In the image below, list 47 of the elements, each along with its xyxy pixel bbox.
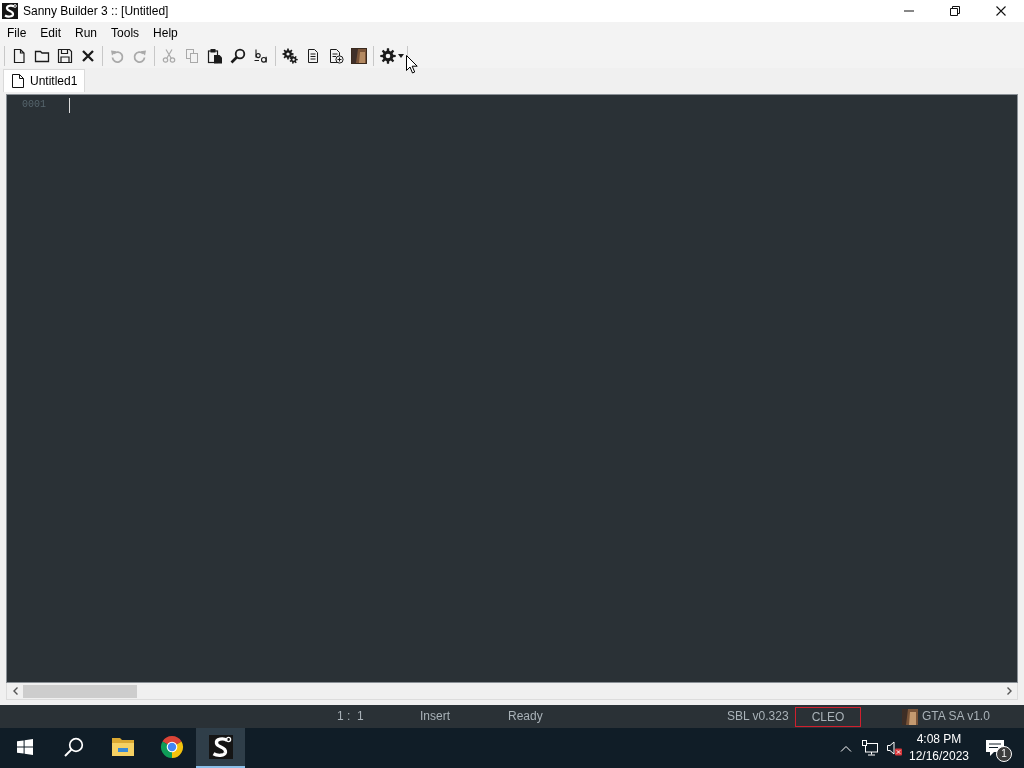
menu-item[interactable]: Tools: [104, 22, 147, 44]
scissors-icon: [160, 48, 177, 64]
monitor-icon: [862, 740, 878, 756]
folder-icon: [33, 48, 50, 64]
app-button[interactable]: [196, 728, 245, 768]
redo-icon: [131, 48, 148, 64]
cursor-position: 1 : 1: [337, 709, 364, 724]
version-label: SBL v0.323: [727, 709, 789, 724]
picture-tile-icon: [350, 48, 367, 64]
clipboard-icon: [206, 48, 223, 64]
copy-icon: [183, 48, 200, 64]
menu-item[interactable]: Edit: [33, 22, 69, 44]
menu-item[interactable]: Run: [68, 22, 105, 44]
scrollbar-thumb[interactable]: [23, 684, 137, 698]
notifications-button[interactable]: 1: [972, 728, 1018, 768]
round-logo-icon: [159, 735, 184, 759]
close-icon: [79, 48, 96, 64]
folder-icon: [110, 737, 135, 757]
app-logo-icon: [208, 735, 233, 759]
caret-icon: [398, 54, 404, 58]
gear-icon: [380, 48, 396, 64]
menu-item[interactable]: File: [0, 22, 34, 44]
menu-item[interactable]: Help: [146, 22, 185, 44]
chevron-up-icon: [840, 744, 852, 752]
document-plus-icon: [327, 48, 344, 64]
game-version-label: GTA SA v1.0: [922, 709, 990, 724]
four-panes-icon: [16, 739, 33, 755]
mode-indicator: CLEO: [795, 706, 861, 727]
search-icon: [63, 737, 84, 757]
close-icon: [996, 6, 1006, 16]
minimize-icon: [904, 10, 914, 12]
window-title: Sanny Builder 3 :: [Untitled]: [23, 3, 169, 19]
status-message: Ready: [508, 709, 543, 724]
restore-icon: [950, 6, 960, 16]
chevron-left-icon: [12, 687, 18, 695]
undo-icon: [108, 48, 125, 64]
text-caret: [69, 98, 70, 113]
clock-button[interactable]: 4:08 PM 12/16/2023: [906, 728, 972, 768]
search-icon: [229, 48, 246, 64]
game-thumbnail-icon: [902, 708, 918, 725]
editor-tab[interactable]: Untitled1: [3, 69, 86, 92]
gears-icon: [281, 48, 298, 64]
replace-icon: [252, 48, 269, 64]
page-icon: [12, 74, 24, 88]
chevron-right-icon: [1006, 687, 1012, 695]
notification-count-badge: 1: [996, 746, 1012, 762]
edit-mode: Insert: [420, 709, 450, 724]
